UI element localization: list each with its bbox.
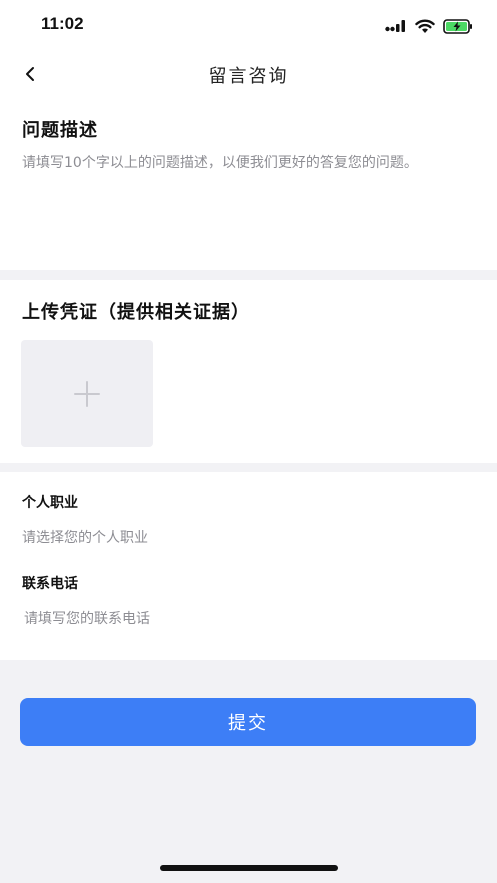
occupation-label: 个人职业	[22, 495, 78, 511]
add-image-button[interactable]	[21, 340, 153, 447]
battery-charging-icon	[443, 18, 472, 34]
status-bar: 11:02	[0, 0, 497, 50]
upload-section: 上传凭证（提供相关证据）	[0, 280, 497, 463]
plus-icon	[74, 380, 100, 407]
contact-fields-section: 个人职业 联系电话	[0, 472, 497, 660]
phone-screen: 11:02 留言咨询 问题描述 请填写10个字以上的问题描述，以便我们更好的答复…	[0, 0, 497, 883]
wifi-icon	[415, 19, 435, 33]
occupation-select[interactable]	[22, 525, 472, 551]
phone-input[interactable]	[24, 606, 474, 632]
submit-button[interactable]: 提交	[20, 698, 476, 746]
description-textarea[interactable]	[22, 152, 478, 252]
description-title: 问题描述	[22, 120, 98, 141]
signal-icon	[385, 20, 405, 32]
status-icons	[385, 16, 473, 36]
description-section: 问题描述	[0, 98, 497, 270]
upload-title: 上传凭证（提供相关证据）	[22, 302, 250, 323]
home-indicator	[160, 865, 338, 871]
phone-label: 联系电话	[22, 576, 78, 592]
page-title: 留言咨询	[208, 66, 289, 87]
status-time: 11:02	[41, 14, 84, 33]
nav-bar: 留言咨询	[0, 50, 497, 98]
